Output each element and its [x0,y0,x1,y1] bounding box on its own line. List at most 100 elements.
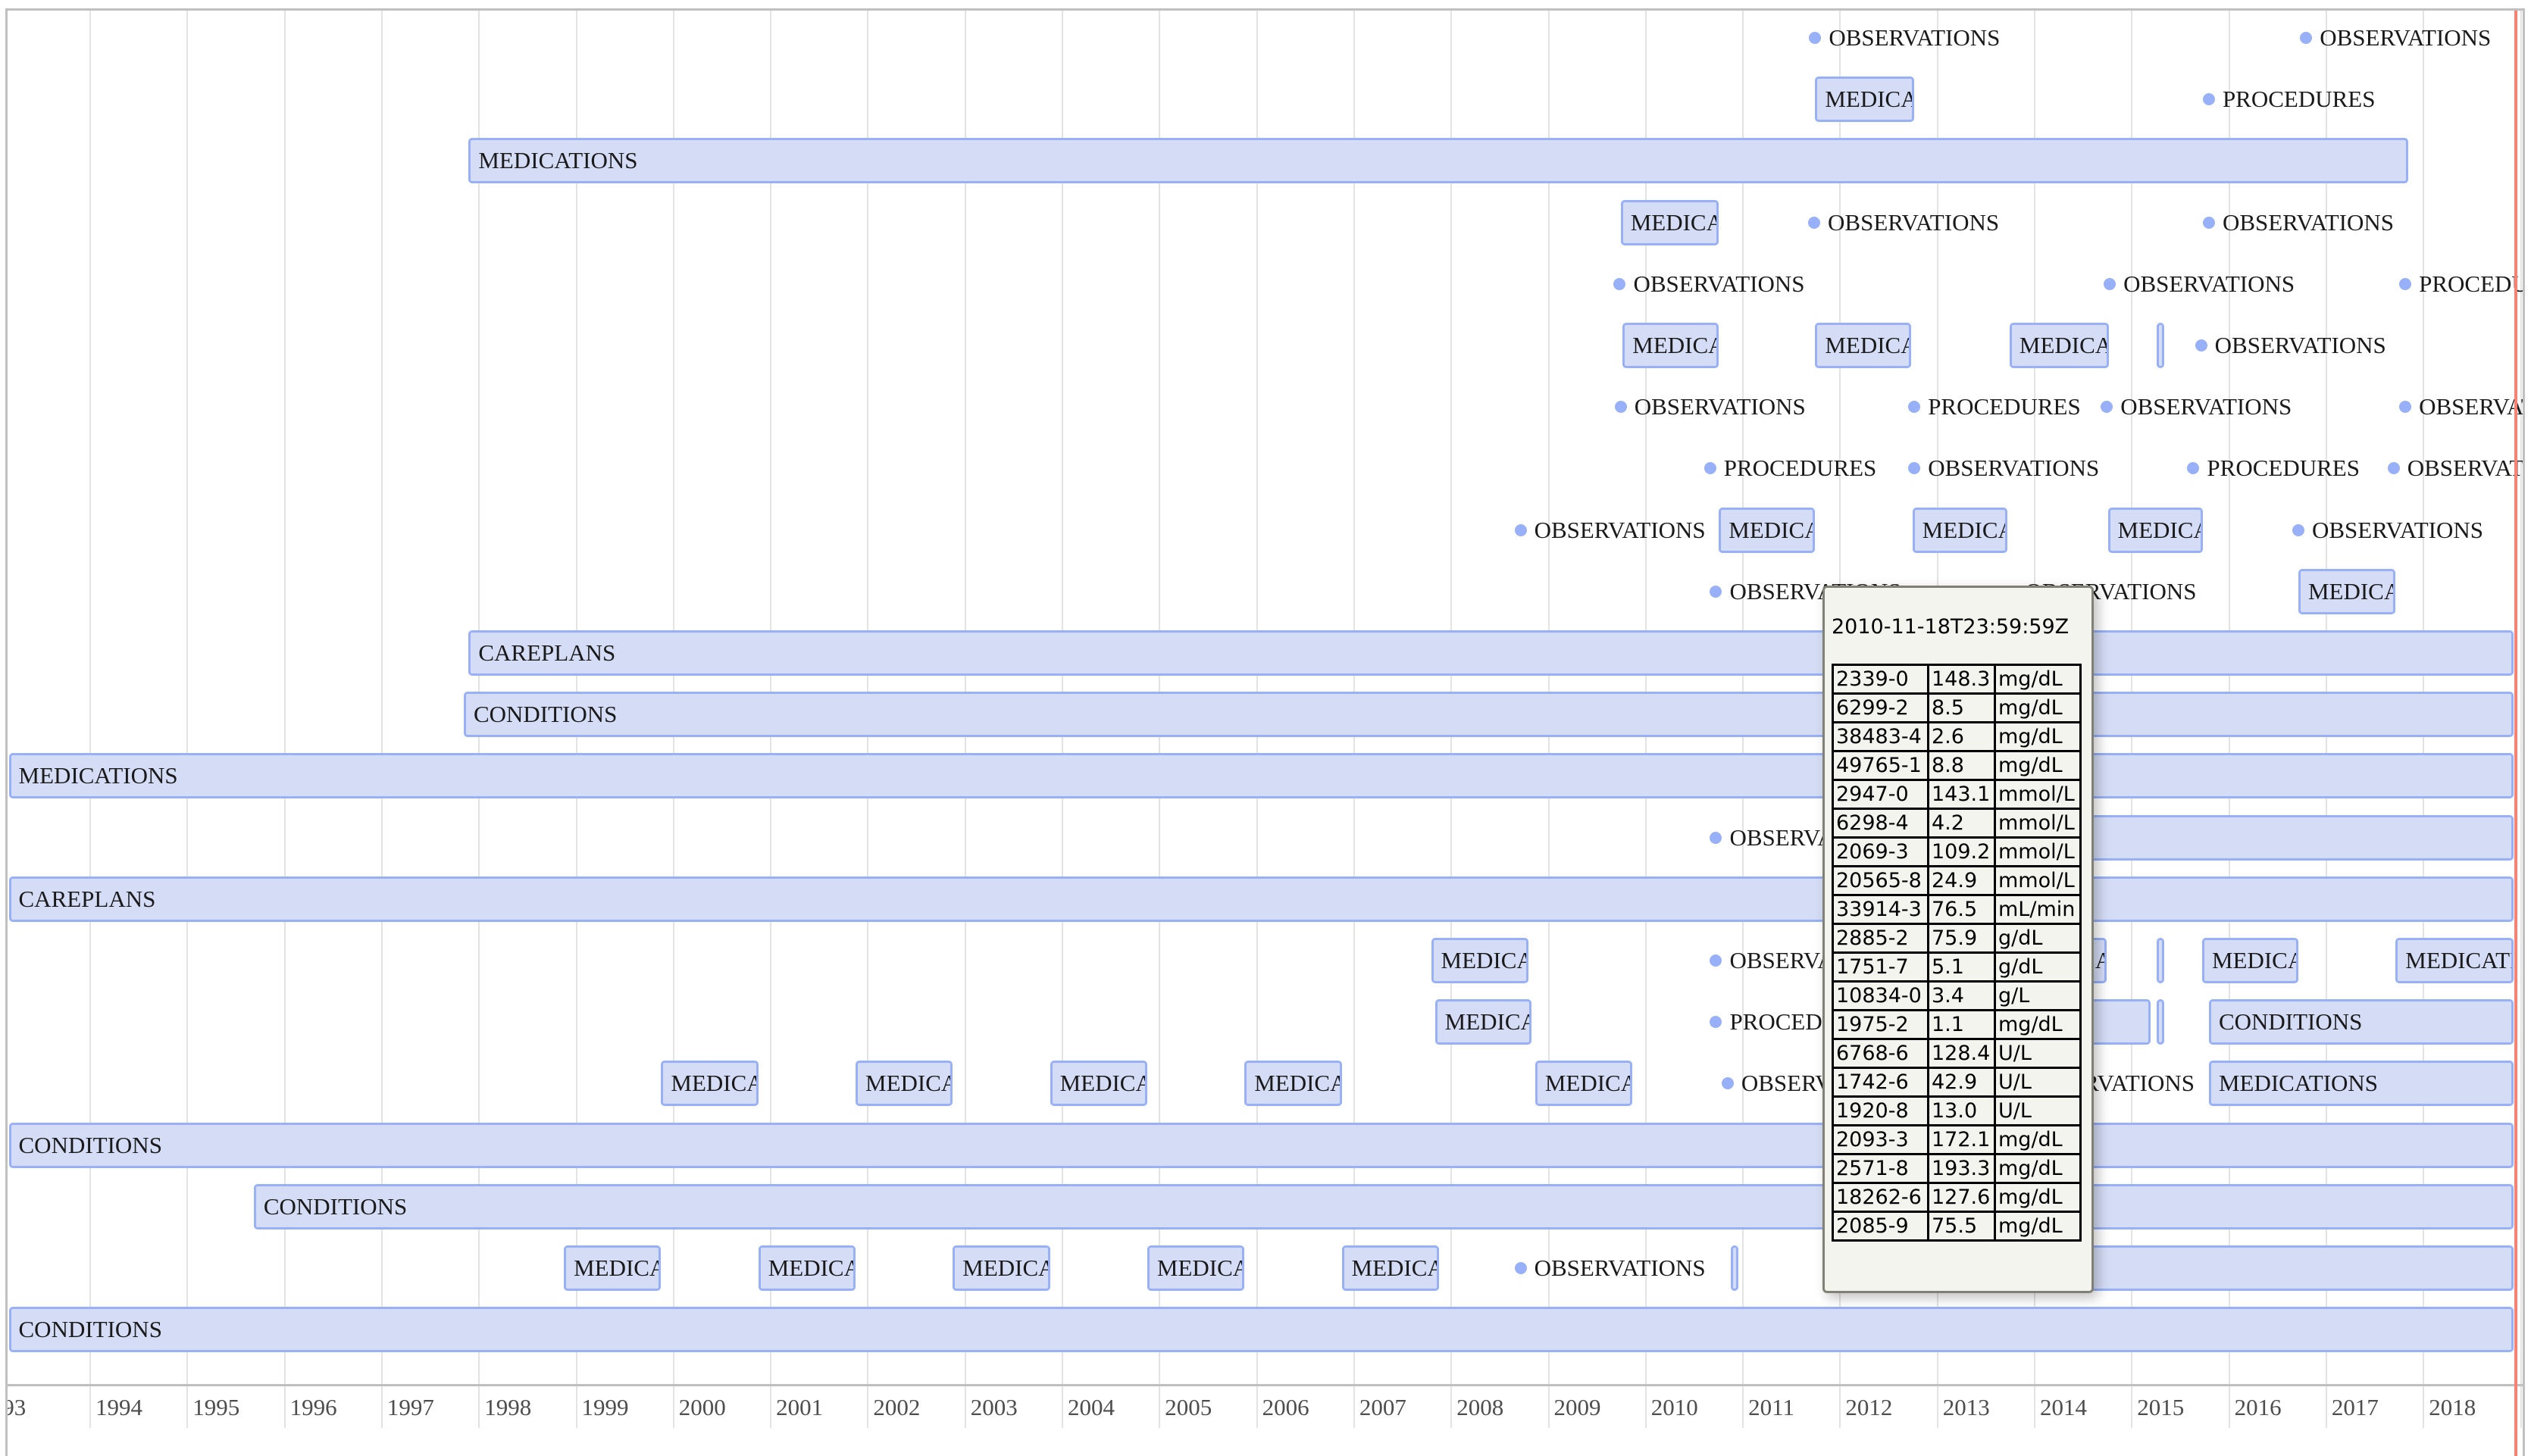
observation-value: 75.9 [1927,923,1996,954]
observation-code: 6298-4 [1832,808,1929,839]
timeline-range-item-medications[interactable]: MEDICATIONS [2298,568,2396,614]
observation-code: 2947-0 [1832,779,1929,810]
point-dot-icon [2101,401,2113,414]
observation-unit: mg/dL [1994,692,2082,723]
timeline-range-item-medications[interactable]: MEDICATIONS [1434,999,1531,1045]
point-dot-icon [2399,401,2412,414]
observation-row: 6299-2 8.5 mg/dL [1832,692,2082,723]
observation-code: 1751-7 [1832,951,1929,983]
timeline-range-item-medications[interactable]: MEDICATIONS [2009,323,2109,368]
observation-unit: g/L [1994,980,2082,1011]
point-dot-icon [1710,955,1722,967]
observation-unit: mg/dL [1994,721,2082,752]
timeline-range-item-medications[interactable]: MEDICATIONS [1719,507,1816,553]
axis-label-2016: 2016 [2234,1394,2282,1420]
timeline-range-item-medications[interactable]: MEDICATIONS [8,753,2514,799]
axis-label-2005: 2005 [1165,1394,1212,1420]
timeline-range-item-conditions[interactable]: CONDITIONS [253,1183,2514,1229]
timeline-range-item-medications[interactable]: MEDICATIONS [2208,1061,2514,1107]
timeline-range-item-medications[interactable]: MEDICATIONS [1431,938,1528,983]
observation-value: 128.4 [1927,1038,1996,1069]
timeline-range-item-conditions[interactable]: CONDITIONS [8,1307,2514,1353]
observation-code: 2069-3 [1832,836,1929,867]
point-dot-icon [1514,1262,1527,1274]
observation-value: 3.4 [1927,980,1996,1011]
observation-unit: mmol/L [1994,779,2082,810]
observation-value: 143.1 [1927,779,1996,810]
observation-unit: mg/dL [1994,1211,2082,1242]
timeline-range-item-medications[interactable]: MEDICATIONS [2107,507,2204,553]
observation-code: 10834-0 [1832,980,1929,1011]
tooltip-timestamp: 2010-11-18T23:59:59Z [1832,615,2070,639]
axis-label-2001: 2001 [776,1394,824,1420]
point-dot-icon [1809,32,1822,44]
observation-unit: mL/min [1994,894,2082,925]
axis-label-2014: 2014 [2040,1394,2087,1420]
point-item-label: PROCEDURES [2207,455,2360,482]
observation-value: 8.8 [1927,750,1996,781]
observation-value: 13.0 [1927,1095,1996,1126]
observation-code: 2885-2 [1832,923,1929,954]
timeline-range-item-marker[interactable] [2156,323,2164,368]
timeline-range-item-medications[interactable]: MEDICATIONS [953,1245,1050,1291]
observation-code: 2571-8 [1832,1153,1929,1184]
point-dot-icon [1614,401,1627,414]
point-item-label: OBSERVATIONS [1633,270,1805,297]
timeline-range-item-medications[interactable]: MEDICATIONS [1815,323,1912,368]
timeline-range-item-medications[interactable]: MEDICATIONS [2201,938,2298,983]
timeline-range-item-marker[interactable] [2156,938,2164,983]
observation-row: 2069-3 109.2 mmol/L [1832,836,2082,867]
point-dot-icon [2387,462,2400,475]
timeline-range-item-medications[interactable]: MEDICATIONS [1815,77,1915,123]
observation-code: 1975-2 [1832,1009,1929,1040]
point-dot-icon [1721,1077,1734,1090]
timeline-range-item-conditions[interactable]: CONDITIONS [463,692,2514,738]
observation-row: 1742-6 42.9 U/L [1832,1067,2082,1098]
observation-code: 33914-3 [1832,894,1929,925]
timeline-range-item-medications[interactable]: MEDICATIONS [2395,938,2514,983]
timeline-range-item-medications[interactable]: MEDICATIONS [1147,1245,1245,1291]
axis-label-2010: 2010 [1650,1394,1698,1420]
point-item-label: OBSERVATIONS [2120,393,2292,420]
observation-code: 2093-3 [1832,1124,1929,1155]
timeline-range-item-medications[interactable]: MEDICATIONS [1620,199,1719,245]
timeline-range-item-medications[interactable]: MEDICATIONS [856,1061,953,1107]
point-dot-icon [2399,277,2412,290]
timeline-range-item-medications[interactable]: MEDICATIONS [661,1061,759,1107]
observation-code: 20565-8 [1832,865,1929,896]
timeline-range-item-medications[interactable]: MEDICATIONS [1244,1061,1342,1107]
observation-code: 2085-9 [1832,1211,1929,1242]
observation-value: 127.6 [1927,1182,1996,1213]
point-item-label: OBSERVATIONS [2214,332,2386,358]
timeline-range-item-medications[interactable]: MEDICATIONS [1535,1061,1633,1107]
point-item-label: OBSERVATIONS [1828,208,2000,236]
timeline-range-item-medications[interactable]: MEDICATIONS [1341,1245,1439,1291]
point-item-label: OBSERVATIONS [2419,393,2523,420]
timeline-range-item-conditions[interactable]: CONDITIONS [8,1122,2514,1168]
point-item-label: PROCEDURES [2222,86,2376,113]
observation-values-table: 2339-0 148.3 mg/dL 6299-2 8.5 mg/dL 38483-4 2.6… [1832,664,2082,1242]
timeline-range-item-careplans[interactable]: CAREPLANS [468,630,2514,676]
timeline-range-item-medications[interactable]: MEDICATIONS [1050,1061,1147,1107]
observation-value: 148.3 [1927,664,1996,695]
point-dot-icon [1808,216,1821,229]
timeline-range-item-medications[interactable]: MEDICATIONS [758,1245,856,1291]
timeline-range-item-medications[interactable]: MEDICATIONS [468,138,2408,184]
timeline-range-item-careplans[interactable]: CAREPLANS [8,876,2514,922]
timeline-range-item-marker[interactable] [1730,1245,1738,1291]
observation-row: 6768-6 128.4 U/L [1832,1038,2082,1069]
point-item-label: OBSERVATIONS [2222,208,2394,236]
timeline-range-item-medications[interactable]: MEDICATIONS [564,1245,662,1291]
timeline-range-item-medications[interactable]: MEDICATIONS [1912,507,2008,553]
axis-label-2003: 2003 [970,1394,1018,1420]
observation-unit: mg/dL [1994,1182,2082,1213]
point-item-label: OBSERVATIONS [2123,270,2295,297]
observation-unit: mg/dL [1994,664,2082,695]
point-item-label: OBSERVATIONS [1534,516,1706,543]
timeline-range-item-marker[interactable] [2156,999,2164,1045]
timeline[interactable]: OBSERVATIONSOBSERVATIONSMEDICATIONSPROCE… [5,8,2525,1456]
timeline-range-item-medications[interactable]: MEDICATIONS [1622,323,1719,368]
timeline-range-item-conditions[interactable]: CONDITIONS [2208,999,2514,1045]
observation-unit: g/dL [1994,923,2082,954]
observation-unit: g/dL [1994,951,2082,983]
